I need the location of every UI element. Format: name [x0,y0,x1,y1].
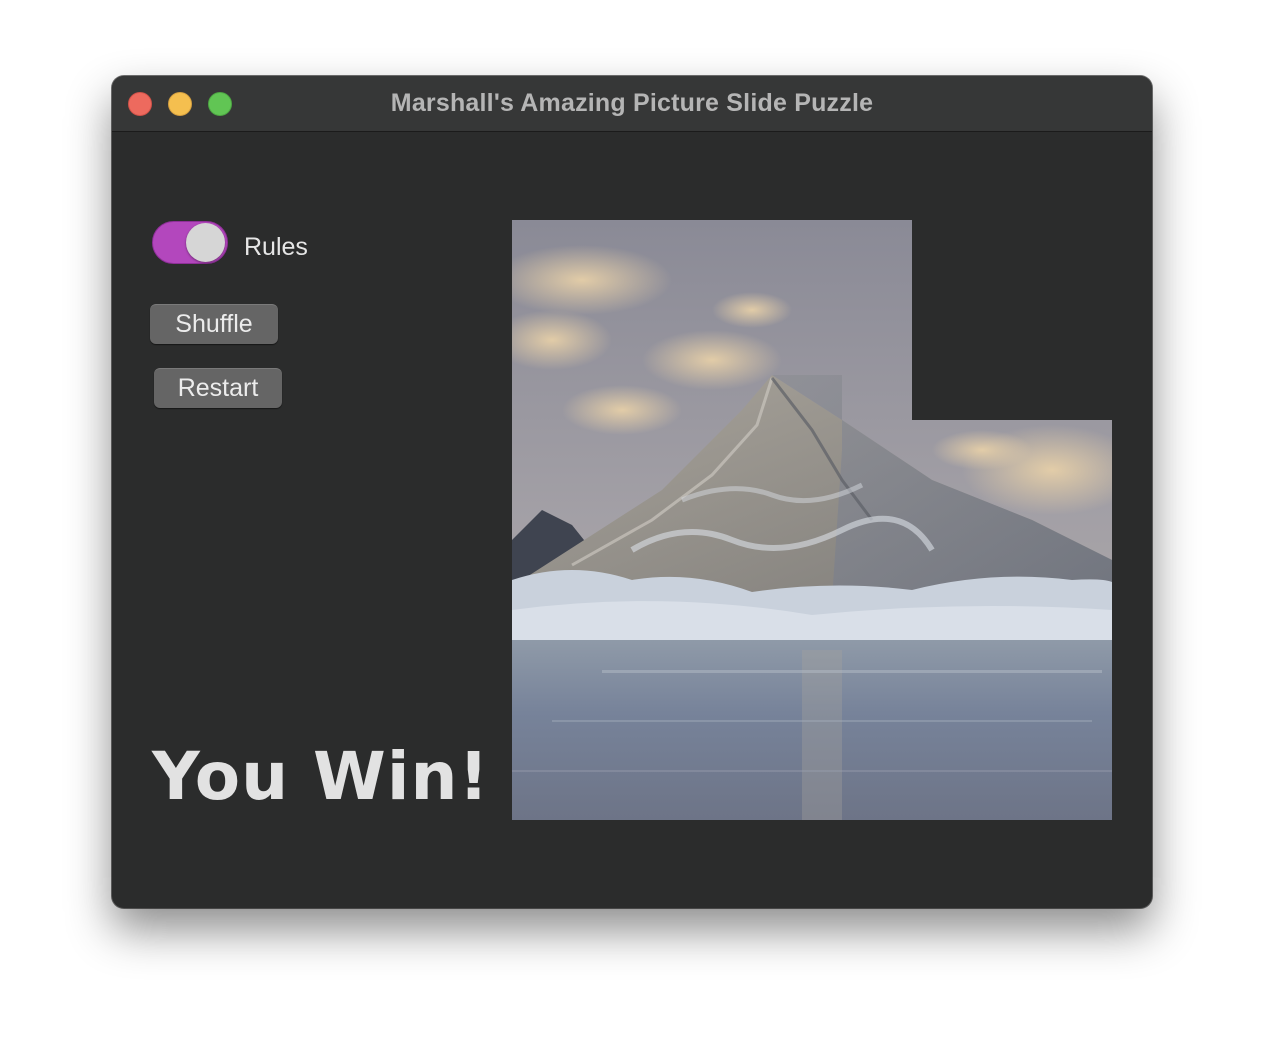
puzzle-tile-8[interactable] [712,620,912,820]
puzzle-tile-7[interactable] [512,620,712,820]
rules-label: Rules [244,233,308,261]
puzzle-tile-2[interactable] [712,220,912,420]
shuffle-button[interactable]: Shuffle [150,304,278,344]
puzzle-tile-5[interactable] [712,420,912,620]
puzzle-tile-9[interactable] [912,620,1112,820]
puzzle-tile-6[interactable] [912,420,1112,620]
rules-toggle[interactable] [152,221,228,264]
window-title: Marshall's Amazing Picture Slide Puzzle [390,89,874,117]
puzzle-tile-4[interactable] [512,420,712,620]
title-bar[interactable]: Marshall's Amazing Picture Slide Puzzle [112,76,1152,132]
toggle-knob [186,223,225,262]
restart-button[interactable]: Restart [154,368,282,408]
puzzle-tile-1[interactable] [512,220,712,420]
win-message: You Win! [152,738,490,815]
app-window: Marshall's Amazing Picture Slide Puzzle … [112,76,1152,908]
puzzle-board [512,220,1112,820]
